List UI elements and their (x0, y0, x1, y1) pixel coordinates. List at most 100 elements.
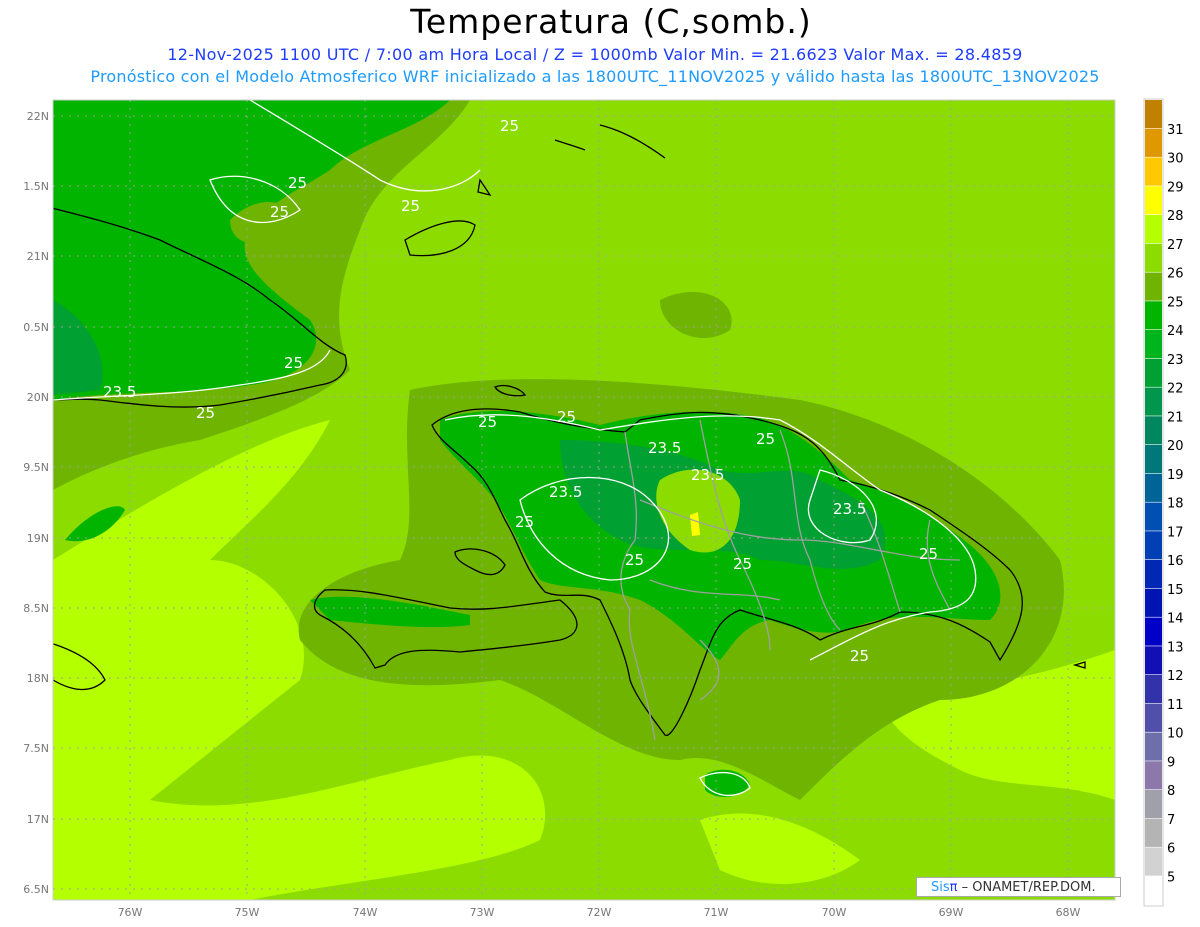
colorbar-swatch (1145, 215, 1162, 244)
colorbar-label: 14 (1167, 612, 1184, 627)
lat-label: 6.5N (23, 883, 49, 896)
lat-label: 1.5N (23, 180, 49, 193)
colorbar-label: 13 (1167, 640, 1184, 655)
colorbar-label: 11 (1167, 698, 1184, 713)
colorbar-swatch (1145, 301, 1162, 330)
lat-label: 8.5N (23, 602, 49, 615)
colorbar-label: 21 (1167, 410, 1184, 425)
colorbar-swatch (1145, 617, 1162, 646)
contour-label: 25 (478, 413, 497, 431)
lon-label: 69W (939, 906, 964, 919)
colorbar-label: 5 (1167, 870, 1175, 885)
colorbar-label: 27 (1167, 238, 1184, 253)
colorbar-swatch (1145, 128, 1162, 157)
colorbar-label: 29 (1167, 180, 1184, 195)
colorbar-label: 8 (1167, 784, 1175, 799)
colorbar-swatch (1145, 646, 1162, 675)
colorbar-label: 20 (1167, 439, 1184, 454)
colorbar-label: 10 (1167, 727, 1184, 742)
colorbar: 31 30 29 28 27 26 25 24 23 22 21 20 19 18 17 16 15 14 13 12… (1143, 98, 1184, 907)
colorbar-label: 30 (1167, 152, 1184, 167)
colorbar-label: 24 (1167, 324, 1184, 339)
contour-label: 25 (284, 354, 303, 372)
colorbar-swatch (1145, 502, 1162, 531)
contour-label: 25 (733, 555, 752, 573)
lon-label: 75W (235, 906, 260, 919)
colorbar-swatch (1145, 272, 1162, 301)
colorbar-label: 17 (1167, 525, 1184, 540)
credit-text: – ONAMET/REP.DOM. (961, 880, 1096, 895)
colorbar-swatch (1145, 100, 1162, 129)
colorbar-swatch (1145, 157, 1162, 186)
colorbar-swatch (1145, 186, 1162, 215)
colorbar-swatch (1145, 358, 1162, 387)
contour-label: 25 (196, 404, 215, 422)
colorbar-swatch (1145, 243, 1162, 272)
colorbar-label: 22 (1167, 382, 1184, 397)
temperature-map: 25 25 25 25 25 23.5 25 25 25 23.5 23.5 2… (23, 98, 1184, 919)
contour-label: 25 (625, 551, 644, 569)
colorbar-swatch (1145, 416, 1162, 445)
colorbar-label: 23 (1167, 353, 1184, 368)
colorbar-label: 18 (1167, 497, 1184, 512)
sispi-logo-pi: π (949, 880, 958, 895)
colorbar-swatch (1145, 790, 1162, 819)
lat-label: 20N (27, 391, 49, 404)
colorbar-swatch (1145, 761, 1162, 790)
colorbar-swatch (1145, 445, 1162, 474)
colorbar-swatch (1145, 876, 1162, 905)
lon-label: 72W (587, 906, 612, 919)
contour-label: 25 (919, 545, 938, 563)
colorbar-label: 7 (1167, 813, 1175, 828)
lat-label: 21N (27, 250, 49, 263)
lat-label: 19N (27, 532, 49, 545)
contour-label: 25 (500, 117, 519, 135)
colorbar-label: 12 (1167, 669, 1184, 684)
colorbar-label: 26 (1167, 267, 1184, 282)
contour-label: 23.5 (691, 466, 724, 484)
colorbar-label: 15 (1167, 583, 1184, 598)
credit-box: Sisπ – ONAMET/REP.DOM. (916, 877, 1121, 897)
colorbar-swatch (1145, 531, 1162, 560)
colorbar-swatch (1145, 675, 1162, 704)
lon-label: 76W (118, 906, 143, 919)
lat-label: 0.5N (23, 321, 49, 334)
longitude-labels: 76W 75W 74W 73W 72W 71W 70W 69W 68W (118, 906, 1081, 919)
colorbar-swatch (1145, 818, 1162, 847)
contour-label: 25 (850, 647, 869, 665)
contour-label: 25 (270, 203, 289, 221)
contour-label: 23.5 (549, 483, 582, 501)
contour-label: 25 (515, 513, 534, 531)
lat-label: 7.5N (23, 742, 49, 755)
latitude-labels: 22N 1.5N 21N 0.5N 20N 9.5N 19N 8.5N 18N … (23, 110, 49, 896)
lon-label: 71W (704, 906, 729, 919)
colorbar-label: 6 (1167, 842, 1175, 857)
contour-label: 25 (756, 430, 775, 448)
colorbar-label: 31 (1167, 123, 1184, 138)
contour-label: 25 (557, 408, 576, 426)
lon-label: 68W (1056, 906, 1081, 919)
colorbar-swatch (1145, 588, 1162, 617)
lat-label: 9.5N (23, 461, 49, 474)
lat-label: 17N (27, 813, 49, 826)
contour-label: 23.5 (648, 439, 681, 457)
contour-label: 23.5 (833, 500, 866, 518)
contour-label: 23.5 (103, 383, 136, 401)
colorbar-swatch (1145, 387, 1162, 416)
lon-label: 74W (353, 906, 378, 919)
lon-label: 73W (470, 906, 495, 919)
colorbar-label: 25 (1167, 295, 1184, 310)
contour-label: 25 (288, 174, 307, 192)
colorbar-swatch (1145, 732, 1162, 761)
lat-label: 22N (27, 110, 49, 123)
lon-label: 70W (822, 906, 847, 919)
colorbar-swatch (1145, 473, 1162, 502)
colorbar-swatch (1145, 703, 1162, 732)
colorbar-swatch (1145, 847, 1162, 876)
colorbar-swatch (1145, 560, 1162, 589)
colorbar-label: 9 (1167, 755, 1175, 770)
lat-label: 18N (27, 672, 49, 685)
colorbar-label: 16 (1167, 554, 1184, 569)
colorbar-label: 28 (1167, 209, 1184, 224)
colorbar-swatch (1145, 330, 1162, 359)
